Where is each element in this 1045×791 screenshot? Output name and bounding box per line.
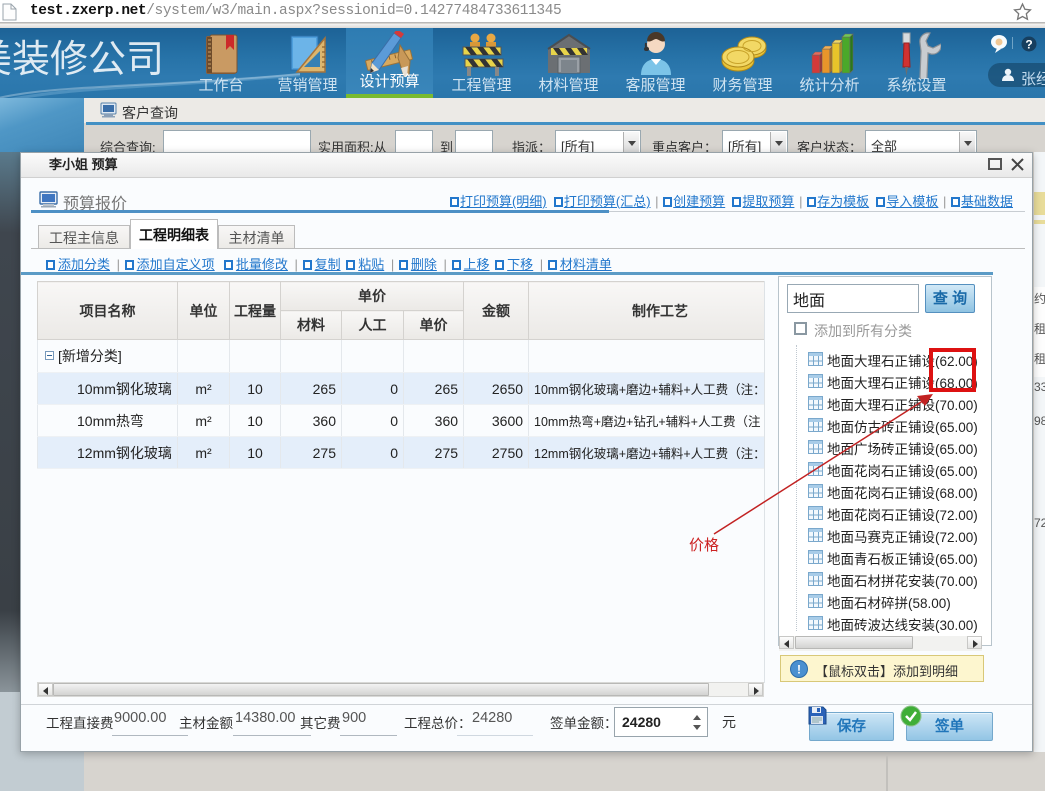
svg-text:!: ! — [797, 663, 801, 677]
svg-text:?: ? — [1025, 38, 1032, 52]
